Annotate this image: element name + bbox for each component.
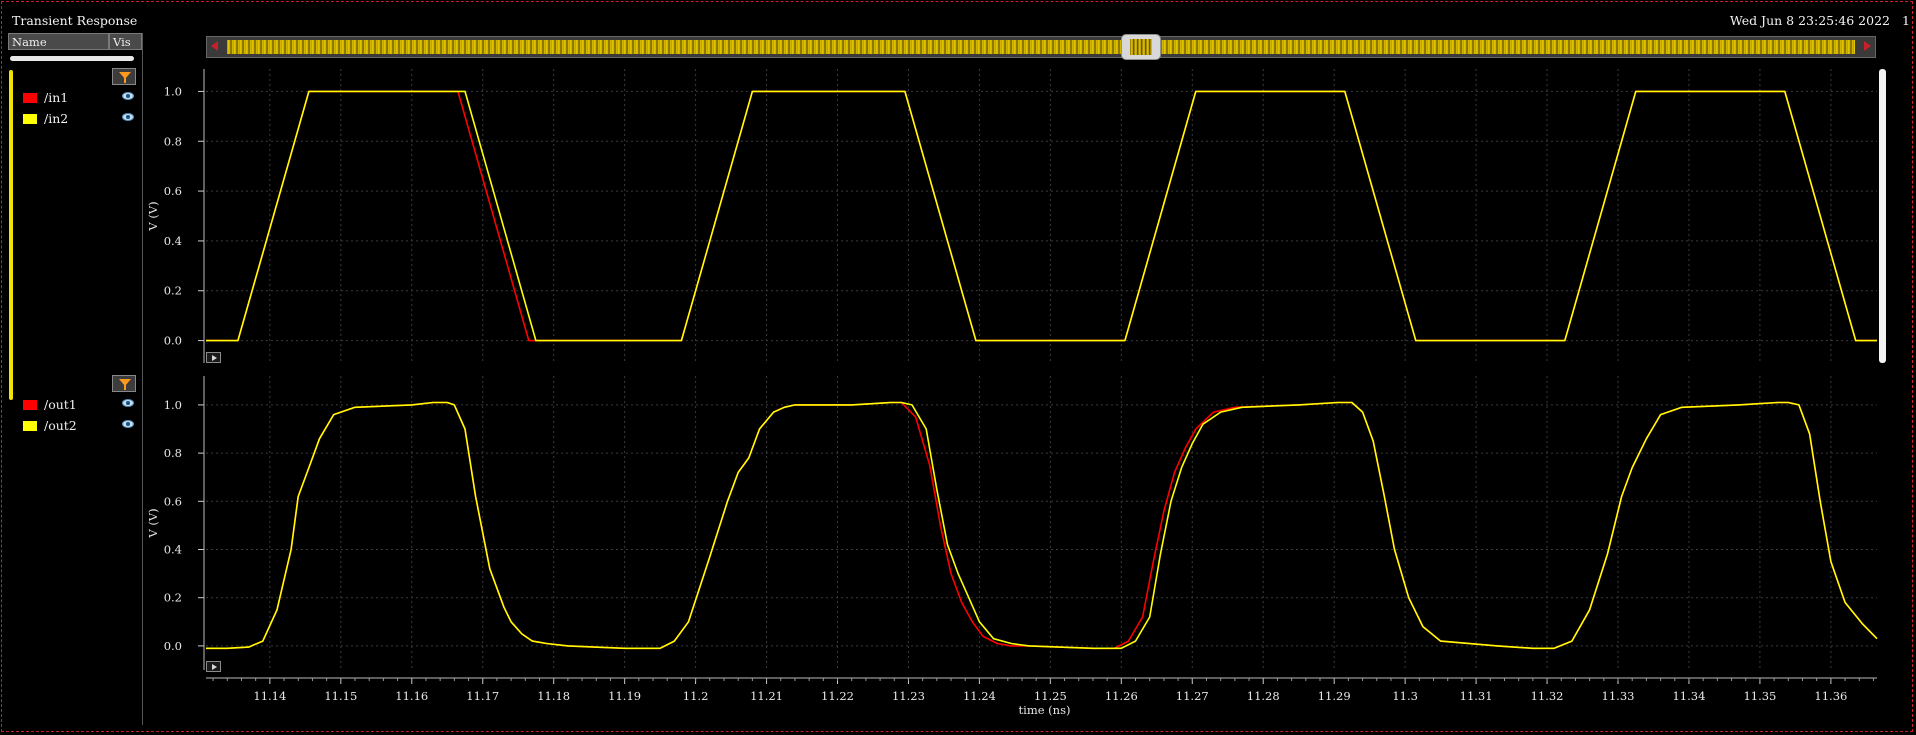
x-tick-label: 11.23 — [892, 689, 925, 703]
x-tick-label: 11.19 — [608, 689, 641, 703]
y-tick-label: 0.2 — [164, 284, 182, 298]
x-axis-label: time (ns) — [1019, 703, 1071, 717]
x-tick-label: 11.26 — [1105, 689, 1138, 703]
x-tick-label: 11.18 — [537, 689, 570, 703]
y-tick-label: 0.8 — [164, 134, 182, 148]
x-tick-label: 11.16 — [395, 689, 428, 703]
x-tick-label: 11.25 — [1034, 689, 1067, 703]
x-tick-label: 11.31 — [1460, 689, 1493, 703]
y-tick-label: 0.6 — [164, 184, 182, 198]
x-tick-label: 11.15 — [324, 689, 357, 703]
y-tick-label: 0.4 — [164, 543, 182, 557]
waveform-plot: 0.0 0.2 0.4 0.6 0.8 1.0 V (V) 0.0 0.2 0.4 0.6 0.8 1.… — [146, 69, 1878, 717]
x-tick-label: 11.2 — [683, 689, 709, 703]
x-tick-label: 11.29 — [1318, 689, 1351, 703]
x-tick-label: 11.28 — [1247, 689, 1280, 703]
x-tick-label: 11.32 — [1531, 689, 1564, 703]
y-tick-label: 0.8 — [164, 446, 182, 460]
series-line-out1 — [206, 401, 1878, 650]
y-axis-label: V (V) — [146, 201, 160, 231]
x-tick-label: 11.3 — [1392, 689, 1418, 703]
x-tick-label: 11.22 — [821, 689, 854, 703]
y-tick-label: 0.6 — [164, 494, 182, 508]
y-tick-label: 0.4 — [164, 234, 182, 248]
x-tick-label: 11.34 — [1672, 689, 1705, 703]
y-tick-label: 0.2 — [164, 591, 182, 605]
x-tick-label: 11.24 — [963, 689, 996, 703]
series-line-in2 — [206, 90, 1877, 342]
x-tick-label: 11.21 — [750, 689, 783, 703]
x-tick-label: 11.36 — [1814, 689, 1847, 703]
x-tick-label: 11.33 — [1602, 689, 1635, 703]
x-tick-label: 11.14 — [253, 689, 286, 703]
y-tick-label: 1.0 — [164, 84, 182, 98]
series-line-out2 — [206, 401, 1878, 650]
y-tick-label: 1.0 — [164, 398, 182, 412]
x-tick-label: 11.27 — [1176, 689, 1209, 703]
x-tick-label: 11.35 — [1743, 689, 1776, 703]
y-axis-label: V (V) — [146, 508, 160, 538]
y-tick-label: 0.0 — [164, 639, 182, 653]
y-tick-label: 0.0 — [164, 334, 182, 348]
series-line-in1 — [206, 90, 1877, 342]
x-tick-label: 11.17 — [466, 689, 499, 703]
